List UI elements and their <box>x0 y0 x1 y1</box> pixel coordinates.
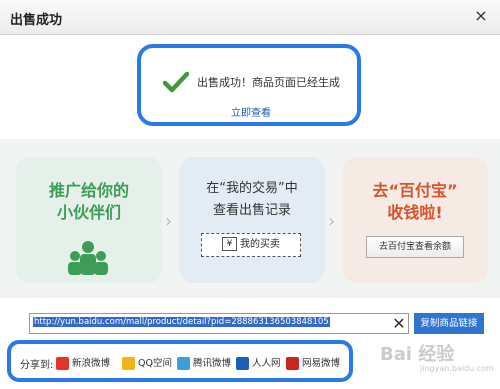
view-now-link[interactable]: 立即查看 <box>231 104 271 119</box>
promote-title-line1: 推广给你的 <box>48 181 129 200</box>
share-qzone-label: QQ空间 <box>138 358 172 369</box>
my-trades-button[interactable]: ¥ 我的买卖 <box>201 233 301 257</box>
trade-title-line1: 在“我的交易”中 <box>206 181 298 196</box>
alipay-card: 去“百付宝” 收钱啦! 去百付宝查看余额 <box>342 157 488 283</box>
copy-link-button[interactable]: 复制商品链接 <box>414 313 484 334</box>
renren-icon <box>236 357 249 370</box>
promote-card: 推广给你的 小伙伴们 <box>16 157 162 283</box>
sina-weibo-icon <box>56 357 69 370</box>
share-qzone[interactable]: QQ空间 <box>122 355 172 370</box>
chevron-right-icon: › <box>328 211 336 232</box>
dialog-title: 出售成功 <box>10 13 63 28</box>
alipay-title-line2: 收钱啦! <box>387 203 443 222</box>
watermark-url: jingyan.baidu.com <box>420 364 494 373</box>
share-sina-weibo[interactable]: 新浪微博 <box>56 355 110 370</box>
product-link-text: http://yun.baidu.com/mall/product/detail… <box>33 317 330 327</box>
share-bar: 分享到: 新浪微博 QQ空间 腾讯微博 人人网 网易微博 <box>7 340 353 382</box>
trade-card: 在“我的交易”中 查看出售记录 ¥ 我的买卖 <box>179 157 325 283</box>
share-renren-label: 人人网 <box>252 358 281 369</box>
netease-weibo-icon <box>286 357 299 370</box>
share-tencent-weibo[interactable]: 腾讯微博 <box>177 355 231 370</box>
share-netease-weibo-label: 网易微博 <box>302 358 341 369</box>
chevron-right-icon: › <box>165 211 173 232</box>
qzone-icon <box>122 357 135 370</box>
clear-icon[interactable]: ✕ <box>390 313 408 334</box>
success-panel: 出售成功！商品页面已经生成 立即查看 <box>137 44 361 126</box>
share-netease-weibo[interactable]: 网易微博 <box>286 355 340 370</box>
checkmark-icon <box>163 71 189 93</box>
my-trades-label: 我的买卖 <box>240 239 280 250</box>
promote-title-line2: 小伙伴们 <box>56 203 121 222</box>
share-tencent-weibo-label: 腾讯微博 <box>193 358 232 369</box>
next-steps-area: 推广给你的 小伙伴们 › 在“我的交易”中 查看出售记录 ¥ 我的买卖 › 去“百… <box>0 139 500 298</box>
tencent-weibo-icon <box>177 357 190 370</box>
yen-icon: ¥ <box>222 237 237 251</box>
share-renren[interactable]: 人人网 <box>236 355 281 370</box>
close-icon[interactable]: × <box>470 5 492 27</box>
baidu-jingyan-watermark: Bai 经验 <box>380 344 455 365</box>
people-icon <box>68 241 108 275</box>
dialog-titlebar: 出售成功 × <box>0 0 500 35</box>
alipay-title-line1: 去“百付宝” <box>372 181 458 200</box>
trade-title-line2: 查看出售记录 <box>212 203 291 218</box>
share-sina-weibo-label: 新浪微博 <box>72 358 111 369</box>
success-message: 出售成功！商品页面已经生成 <box>197 76 340 89</box>
check-balance-button[interactable]: 去百付宝查看余额 <box>366 236 464 258</box>
share-label: 分享到: <box>20 360 54 371</box>
